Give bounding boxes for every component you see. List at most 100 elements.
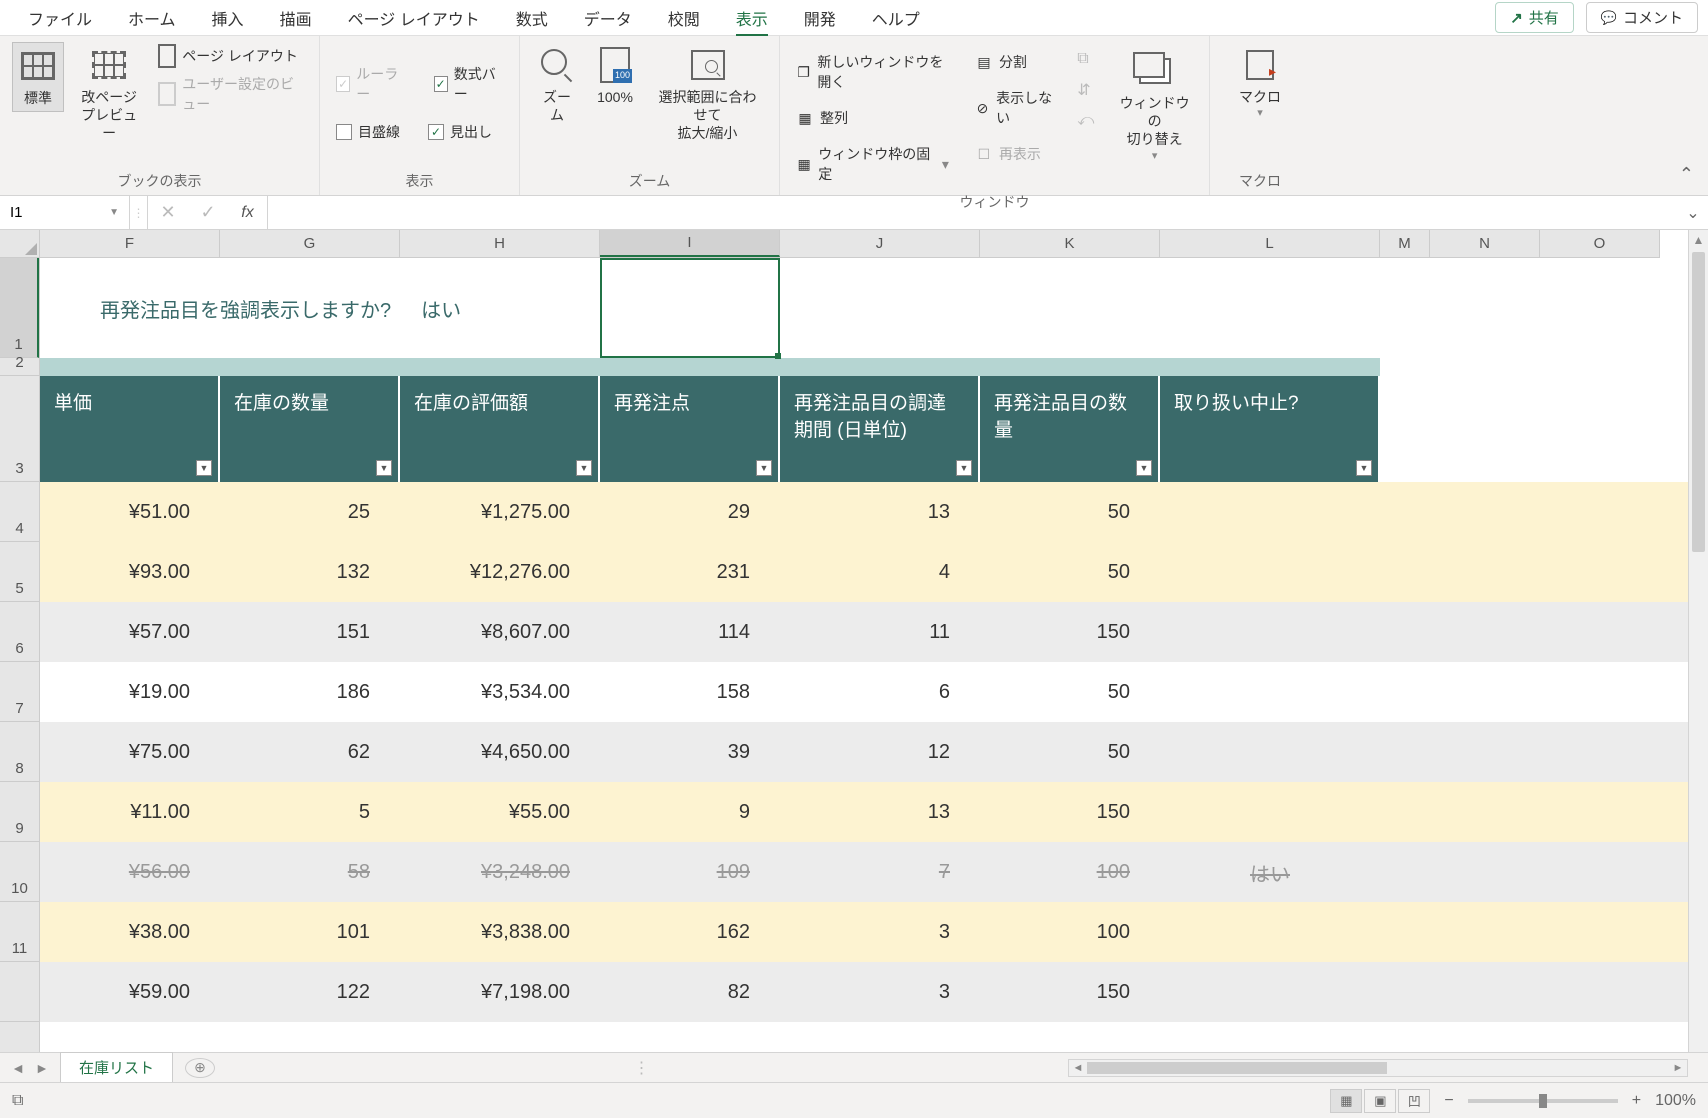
- cell[interactable]: 7: [780, 861, 980, 884]
- row-header-3[interactable]: 3: [0, 376, 39, 482]
- custom-view-button[interactable]: ユーザー設定のビュー: [154, 72, 307, 116]
- collapse-ribbon-button[interactable]: ⌃: [1679, 164, 1694, 185]
- cell[interactable]: 50: [980, 681, 1160, 704]
- row-header-5[interactable]: 5: [0, 542, 39, 602]
- filter-icon[interactable]: ▼: [1136, 460, 1152, 476]
- table-header-5[interactable]: 再発注品目の数量▼: [980, 376, 1160, 482]
- ruler-checkbox[interactable]: ✓ルーラー: [332, 62, 410, 106]
- filter-icon[interactable]: ▼: [196, 460, 212, 476]
- col-header-O[interactable]: O: [1540, 230, 1660, 257]
- table-header-1[interactable]: 在庫の数量▼: [220, 376, 400, 482]
- horizontal-scrollbar[interactable]: ◄ ►: [1068, 1059, 1688, 1077]
- cell[interactable]: 50: [980, 501, 1160, 524]
- cell[interactable]: 6: [780, 681, 980, 704]
- filter-icon[interactable]: ▼: [756, 460, 772, 476]
- table-row[interactable]: ¥93.00132¥12,276.00231450: [40, 542, 1688, 602]
- col-header-G[interactable]: G: [220, 230, 400, 257]
- col-header-F[interactable]: F: [40, 230, 220, 257]
- cell[interactable]: 150: [980, 621, 1160, 644]
- cell[interactable]: 5: [220, 801, 400, 824]
- cell[interactable]: 186: [220, 681, 400, 704]
- add-sheet-button[interactable]: ⊕: [185, 1058, 215, 1078]
- scroll-right-button[interactable]: ►: [1669, 1062, 1687, 1074]
- hide-button[interactable]: ⊘表示しない: [971, 86, 1059, 130]
- cell[interactable]: 25: [220, 501, 400, 524]
- cell[interactable]: ¥11.00: [40, 801, 220, 824]
- cell[interactable]: ¥12,276.00: [400, 561, 600, 584]
- col-header-J[interactable]: J: [780, 230, 980, 257]
- cell[interactable]: ¥4,650.00: [400, 741, 600, 764]
- cell[interactable]: 132: [220, 561, 400, 584]
- table-row[interactable]: ¥59.00122¥7,198.00823150: [40, 962, 1688, 1022]
- menu-校閲[interactable]: 校閲: [650, 0, 718, 36]
- page-layout-button[interactable]: ページ レイアウト: [154, 44, 307, 68]
- name-box[interactable]: I1▼: [0, 196, 130, 229]
- expand-formula-bar[interactable]: ⌄: [1678, 196, 1708, 229]
- menu-ファイル[interactable]: ファイル: [10, 0, 110, 36]
- cell[interactable]: ¥3,248.00: [400, 861, 600, 884]
- menu-開発[interactable]: 開発: [786, 0, 854, 36]
- menu-描画[interactable]: 描画: [262, 0, 330, 36]
- cell[interactable]: 101: [220, 921, 400, 944]
- scroll-up-button[interactable]: ▲: [1689, 230, 1708, 250]
- freeze-panes-button[interactable]: ▦ウィンドウ枠の固定▾: [792, 142, 953, 186]
- view-pagelayout-btn[interactable]: ▣: [1364, 1089, 1396, 1113]
- table-header-0[interactable]: 単価▼: [40, 376, 220, 482]
- cell[interactable]: 100: [980, 921, 1160, 944]
- col-header-H[interactable]: H: [400, 230, 600, 257]
- col-header-M[interactable]: M: [1380, 230, 1430, 257]
- vscroll-thumb[interactable]: [1692, 252, 1705, 552]
- cell[interactable]: 122: [220, 981, 400, 1004]
- cell[interactable]: 39: [600, 741, 780, 764]
- col-header-K[interactable]: K: [980, 230, 1160, 257]
- cell[interactable]: 100: [980, 861, 1160, 884]
- tab-nav[interactable]: ◄►: [0, 1060, 60, 1076]
- cell[interactable]: ¥19.00: [40, 681, 220, 704]
- col-header-L[interactable]: L: [1160, 230, 1380, 257]
- row-header-8[interactable]: 8: [0, 722, 39, 782]
- row-header-7[interactable]: 7: [0, 662, 39, 722]
- cell[interactable]: 62: [220, 741, 400, 764]
- table-row[interactable]: ¥11.005¥55.00913150: [40, 782, 1688, 842]
- cell[interactable]: 50: [980, 741, 1160, 764]
- row-header-4[interactable]: 4: [0, 482, 39, 542]
- split-button[interactable]: ▤分割: [971, 50, 1059, 74]
- zoom-button[interactable]: ズーム: [532, 42, 582, 128]
- table-row[interactable]: ¥75.0062¥4,650.00391250: [40, 722, 1688, 782]
- table-row[interactable]: ¥38.00101¥3,838.001623100: [40, 902, 1688, 962]
- grid-body[interactable]: 再発注品目を強調表示しますか?はい単価▼在庫の数量▼在庫の評価額▼再発注点▼再発…: [40, 258, 1688, 1082]
- cell[interactable]: 82: [600, 981, 780, 1004]
- cell[interactable]: ¥93.00: [40, 561, 220, 584]
- cell[interactable]: ¥56.00: [40, 861, 220, 884]
- row-header-11[interactable]: 11: [0, 902, 39, 962]
- cell[interactable]: 109: [600, 861, 780, 884]
- cell[interactable]: 29: [600, 501, 780, 524]
- cell[interactable]: 4: [780, 561, 980, 584]
- cell[interactable]: 9: [600, 801, 780, 824]
- filter-icon[interactable]: ▼: [576, 460, 592, 476]
- macro-button[interactable]: マクロ▾: [1222, 42, 1298, 124]
- cell[interactable]: 150: [980, 981, 1160, 1004]
- view-pagebreak-btn[interactable]: 凹: [1398, 1089, 1430, 1113]
- sheet-tab-active[interactable]: 在庫リスト: [60, 1052, 173, 1084]
- cell[interactable]: 12: [780, 741, 980, 764]
- cell[interactable]: ¥57.00: [40, 621, 220, 644]
- menu-数式[interactable]: 数式: [498, 0, 566, 36]
- row-header-2[interactable]: 2: [0, 358, 39, 376]
- table-row[interactable]: ¥56.0058¥3,248.001097100はい: [40, 842, 1688, 902]
- cell[interactable]: ¥3,838.00: [400, 921, 600, 944]
- filter-icon[interactable]: ▼: [1356, 460, 1372, 476]
- cell[interactable]: ¥1,275.00: [400, 501, 600, 524]
- cell[interactable]: ¥55.00: [400, 801, 600, 824]
- cell[interactable]: 13: [780, 801, 980, 824]
- cell[interactable]: ¥38.00: [40, 921, 220, 944]
- cell[interactable]: 3: [780, 981, 980, 1004]
- table-header-4[interactable]: 再発注品目の調達期間 (日単位)▼: [780, 376, 980, 482]
- zoom-selection-button[interactable]: 選択範囲に合わせて 拡大/縮小: [648, 42, 767, 147]
- cell[interactable]: ¥8,607.00: [400, 621, 600, 644]
- menu-挿入[interactable]: 挿入: [194, 0, 262, 36]
- table-row[interactable]: ¥19.00186¥3,534.00158650: [40, 662, 1688, 722]
- row-header-1[interactable]: 1: [0, 258, 39, 358]
- menu-ヘルプ[interactable]: ヘルプ: [854, 0, 938, 36]
- cell[interactable]: 11: [780, 621, 980, 644]
